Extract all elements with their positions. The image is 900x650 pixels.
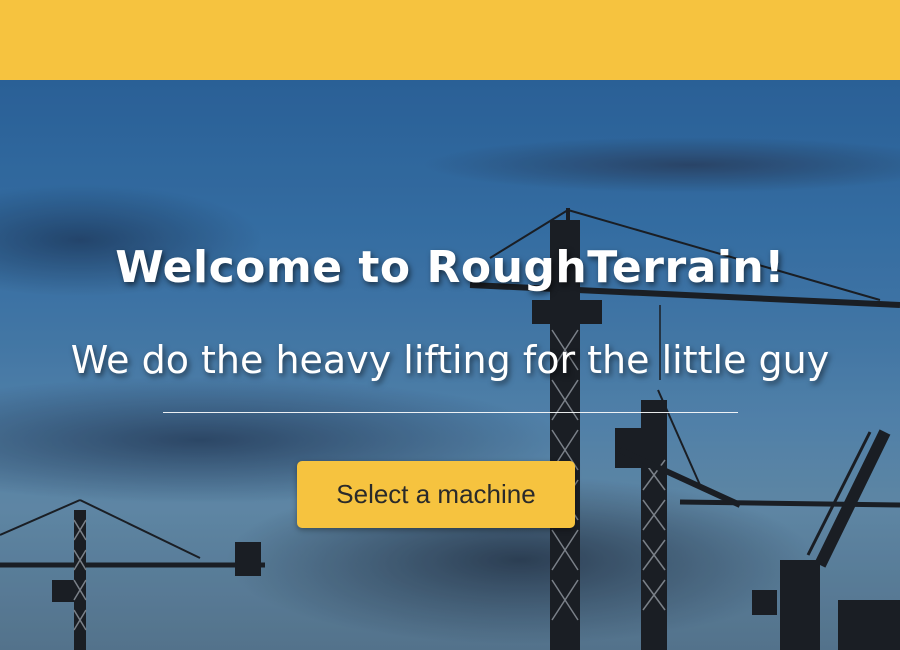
- hero-divider: [163, 412, 738, 413]
- hero-tagline: We do the heavy lifting for the little g…: [70, 338, 830, 382]
- hero-section: Welcome to RoughTerrain! We do the heavy…: [0, 80, 900, 650]
- select-machine-button[interactable]: Select a machine: [297, 461, 575, 528]
- hero-headline: Welcome to RoughTerrain!: [115, 242, 785, 293]
- top-nav-bar: [0, 0, 900, 80]
